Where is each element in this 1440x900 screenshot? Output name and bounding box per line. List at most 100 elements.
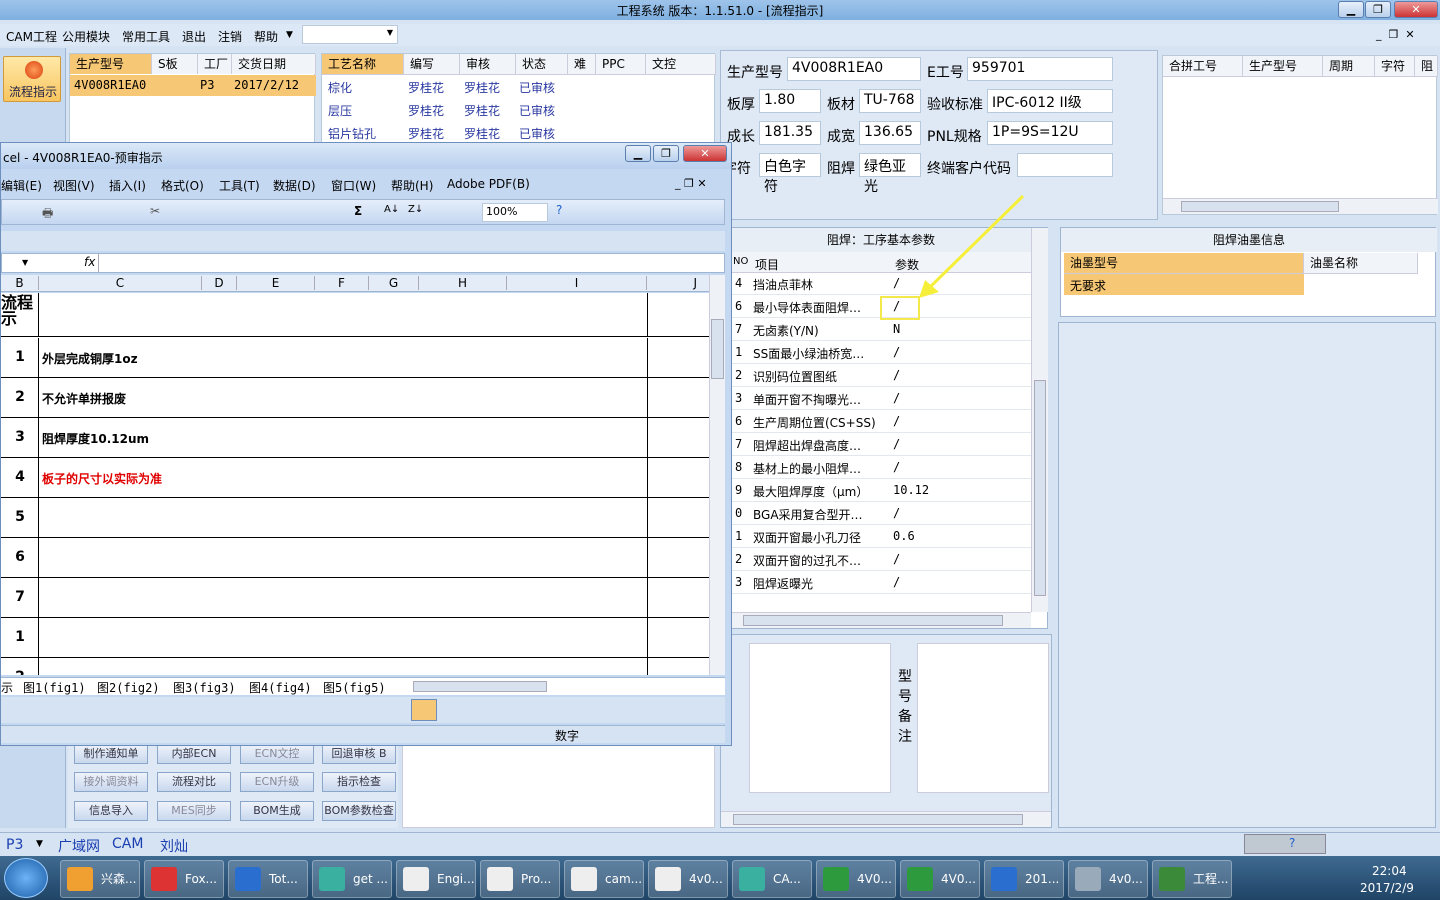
make-notice-button[interactable]: 制作通知单 (74, 744, 148, 764)
col-model[interactable]: 生产型号 (70, 54, 152, 74)
char-field[interactable]: 白色字符 (759, 153, 821, 195)
col-difficulty[interactable]: 难 (568, 54, 596, 74)
taskbar-item[interactable]: 4v0... (648, 860, 728, 898)
excel-menu-pdf[interactable]: Adobe PDF(B) (447, 177, 530, 191)
excel-maximize-button[interactable]: ❐ (653, 145, 679, 162)
sheet-row[interactable]: 2 (1, 658, 709, 675)
drawing-icon[interactable] (411, 699, 437, 721)
taskbar-item[interactable]: 工程... (1152, 860, 1232, 898)
instruction-check-button[interactable]: 指示检查 (322, 772, 396, 792)
param-row[interactable]: 1 双面开窗最小孔刀径 0.6 (731, 525, 1031, 548)
flow-compare-button[interactable]: 流程对比 (157, 772, 231, 792)
process-notes-field[interactable] (749, 643, 891, 793)
col-ink-model[interactable]: 油墨型号 (1064, 253, 1304, 273)
col-merge-mask[interactable]: 阻焊 (1415, 56, 1438, 76)
internal-ecn-button[interactable]: 内部ECN (157, 744, 231, 764)
param-row[interactable]: 0 BGA采用复合型开… / (731, 502, 1031, 525)
col-merge-cycle[interactable]: 周期 (1323, 56, 1375, 76)
taskbar-item[interactable]: 4V0... (816, 860, 896, 898)
sheet-row[interactable]: 6 (1, 538, 709, 578)
excel-menu-format[interactable]: 格式(O) (161, 177, 204, 194)
excel-menu-insert[interactable]: 插入(I) (109, 177, 146, 194)
factory-dropdown-icon[interactable]: ▼ (36, 839, 43, 849)
zoom-select[interactable]: 100% (482, 203, 548, 222)
param-row[interactable]: 2 识别码位置图纸 / (731, 364, 1031, 387)
table-row[interactable]: 4V008R1EA0 P3 2017/2/12 (70, 75, 316, 96)
param-row[interactable]: 2 双面开窗的过孔不… / (731, 548, 1031, 571)
external-data-button[interactable]: 接外调资料 (74, 772, 148, 792)
fx-icon[interactable]: fx (84, 255, 95, 269)
excel-menu-edit[interactable]: 编辑(E) (1, 177, 42, 194)
info-import-button[interactable]: 信息导入 (74, 801, 148, 821)
excel-close-button[interactable]: ✕ (683, 145, 727, 162)
sheet-tab[interactable]: 图4(fig4) (249, 679, 312, 696)
table-row[interactable]: 棕化 罗桂花 罗桂花 已审核 (322, 76, 716, 98)
col-reviewer[interactable]: 审核 (460, 54, 516, 74)
sheet-row[interactable]: 5 (1, 498, 709, 538)
col-process[interactable]: 工艺名称 (322, 54, 404, 74)
sheet-row[interactable]: 1 外层完成铜厚1oz (1, 338, 709, 378)
taskbar-item[interactable]: 201... (984, 860, 1064, 898)
menu-tools[interactable]: 常用工具 (122, 28, 170, 45)
taskbar-item[interactable]: CA... (732, 860, 812, 898)
menu-common[interactable]: 公用模块 (62, 28, 110, 45)
bom-check-button[interactable]: BOM参数检查 (322, 801, 396, 821)
param-row[interactable]: 9 最大阻焊厚度（μm） 10.12 (731, 479, 1031, 502)
clock-time[interactable]: 22:04 (1372, 864, 1407, 878)
col-ink-name[interactable]: 油墨名称 (1304, 253, 1418, 273)
merge-hscrollbar[interactable] (1163, 198, 1438, 214)
param-row[interactable]: 1 SS面最小绿油桥宽… / (731, 341, 1031, 364)
mes-sync-button[interactable]: MES同步 (157, 801, 231, 821)
sort-asc-icon[interactable]: A↓ (384, 204, 399, 215)
close-button[interactable]: ✕ (1394, 1, 1438, 18)
sheet-row[interactable]: 7 (1, 578, 709, 618)
taskbar-item[interactable]: Pro... (480, 860, 560, 898)
taskbar-item[interactable]: 兴森... (60, 860, 140, 898)
taskbar-item[interactable]: Tot... (228, 860, 308, 898)
help-icon[interactable]: ? (1289, 836, 1295, 850)
ecn-doc-button[interactable]: ECN文控 (240, 744, 314, 764)
eno-field[interactable]: 959701 (967, 57, 1113, 81)
param-row[interactable]: 3 单面开窗不掏曝光… / (731, 387, 1031, 410)
excel-menu-tools[interactable]: 工具(T) (219, 177, 260, 194)
sheet-row[interactable]: 2 不允许单拼报废 (1, 378, 709, 418)
start-button[interactable] (4, 858, 48, 898)
menu-dropdown-icon[interactable]: ▼ (286, 30, 293, 40)
col-writer[interactable]: 编写 (404, 54, 460, 74)
taskbar-item[interactable]: Engi... (396, 860, 476, 898)
col-status[interactable]: 状态 (516, 54, 568, 74)
param-hscrollbar[interactable] (731, 612, 1031, 628)
sort-desc-icon[interactable]: Z↓ (408, 204, 423, 215)
cut-icon[interactable]: ✂ (150, 204, 160, 218)
sheet-tab[interactable]: 图2(fig2) (97, 679, 160, 696)
col-delivery[interactable]: 交货日期 (232, 54, 316, 74)
col-sboard[interactable]: S板 (152, 54, 198, 74)
customer-field[interactable] (1017, 153, 1113, 177)
length-field[interactable]: 181.35 (759, 121, 821, 145)
taskbar-item[interactable]: Fox... (144, 860, 224, 898)
spreadsheet-grid[interactable]: 流程 示 1 外层完成铜厚1oz 2 不允许单拼报废 3 阻焊厚度10.12um 4 板子的尺… (1, 293, 709, 675)
excel-menu-data[interactable]: 数据(D) (273, 177, 316, 194)
notes-hscrollbar[interactable] (721, 811, 1051, 827)
excel-minimize-button[interactable]: ▁ (625, 145, 651, 162)
maximize-button[interactable]: ❐ (1365, 1, 1391, 18)
taskbar-item[interactable]: 4V0... (900, 860, 980, 898)
param-row[interactable]: 7 无卤素(Y/N) N (731, 318, 1031, 341)
ink-row[interactable]: 无要求 (1064, 274, 1304, 295)
flow-button[interactable]: 流程指示 (3, 56, 61, 102)
col-doc[interactable]: 文控 (646, 54, 716, 74)
sum-icon[interactable]: Σ (354, 204, 362, 218)
sheet-tab[interactable]: 示 (1, 679, 13, 696)
factory-select[interactable]: P3 (6, 837, 23, 853)
taskbar-item[interactable]: 4v0... (1068, 860, 1148, 898)
param-row[interactable]: 6 生产周期位置(CS+SS) / (731, 410, 1031, 433)
sheet-tab[interactable]: 图3(fig3) (173, 679, 236, 696)
material-field[interactable]: TU-768 (859, 89, 921, 113)
taskbar-item[interactable]: get ... (312, 860, 392, 898)
formula-input[interactable] (98, 254, 724, 272)
excel-menu-help[interactable]: 帮助(H) (391, 177, 433, 194)
model-field[interactable]: 4V008R1EA0 (787, 57, 921, 81)
col-merge-model[interactable]: 生产型号 (1243, 56, 1323, 76)
help-icon[interactable]: ? (556, 203, 562, 217)
sheet-row[interactable]: 1 (1, 618, 709, 658)
